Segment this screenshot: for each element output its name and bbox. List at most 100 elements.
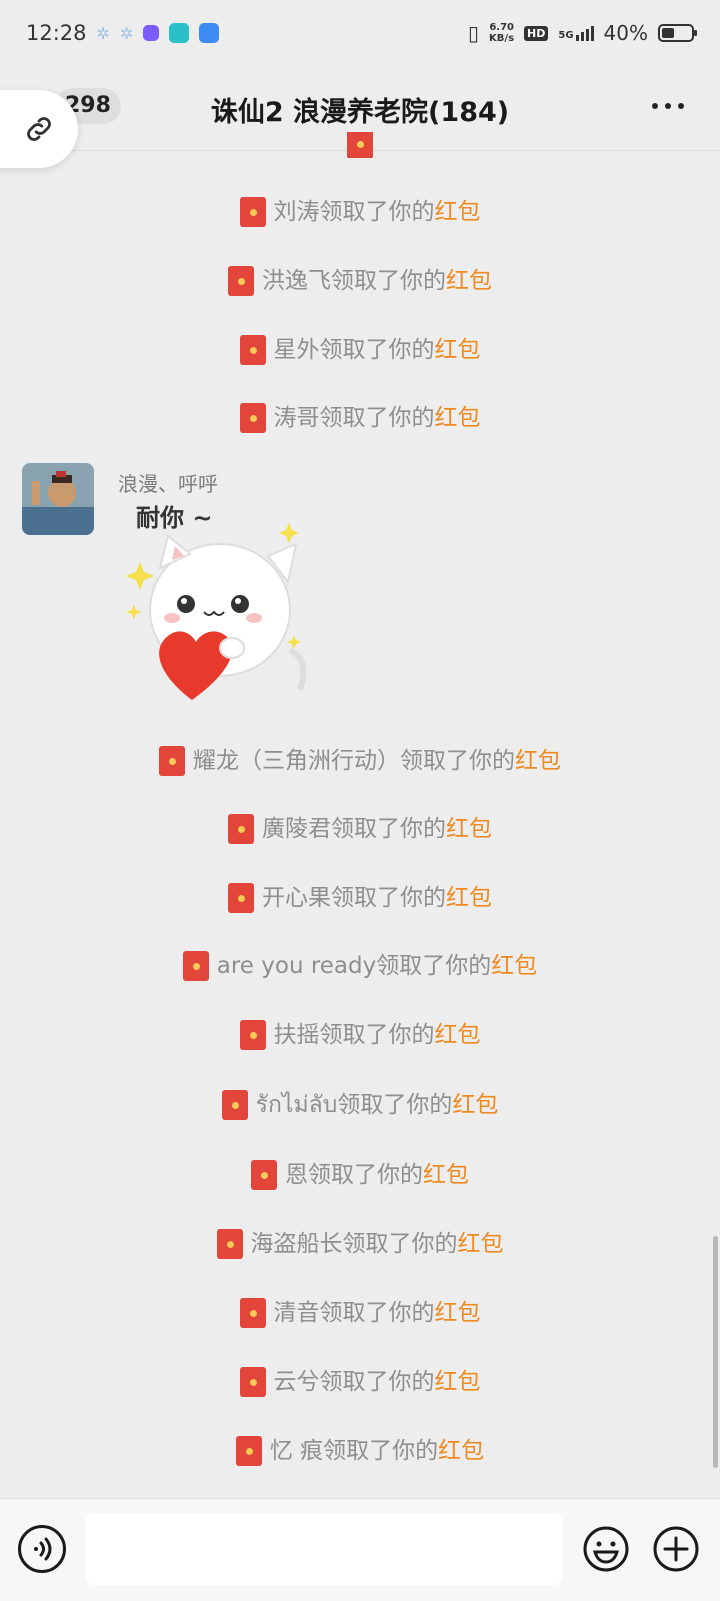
voice-input-button[interactable] [18,1525,66,1573]
system-message: 云兮领取了你的红包 [0,1362,720,1402]
net-speed-value: 6.70 [489,22,515,33]
red-packet-link[interactable]: 红包 [491,953,537,979]
red-packet-icon [228,266,254,296]
claim-text: 领取了你的 [323,1438,439,1464]
more-dot-icon [652,103,658,109]
red-packet-icon [239,335,266,365]
status-bar: 12:28 ✲ ✲ ▯ 6.70 KB/s HD 5G 40% [0,0,720,66]
emoji-icon [583,1526,629,1572]
claimer-name: 海盗船长 [250,1231,343,1257]
chat-scrollbar[interactable] [713,1236,718,1468]
claim-text: 领取了你的 [319,405,435,431]
red-packet-link[interactable]: 红包 [438,1438,484,1464]
chat-app-icon [169,23,190,43]
claimer-name: รักไม่ลับ [255,1092,338,1118]
sticker-message[interactable]: 耐你 ~ [120,500,330,715]
status-left: 12:28 ✲ ✲ [26,21,220,45]
red-packet-link[interactable]: 红包 [452,1092,498,1118]
more-dot-icon [678,103,684,109]
red-packet-icon [239,1367,266,1397]
claimer-name: 开心果 [262,885,331,911]
system-message: รักไม่ลับ领取了你的红包 [0,1085,720,1125]
claim-text: 领取了你的 [319,199,435,225]
claimer-name: 清音 [273,1300,320,1326]
claim-text: 领取了你的 [319,1022,435,1048]
red-packet-link[interactable]: 红包 [435,1369,481,1395]
emoji-button[interactable] [582,1525,630,1573]
sender-name: 浪漫、呼呼 [118,472,218,496]
system-message: 耀龙（三角洲行动）领取了你的红包 [0,741,720,781]
chat-title: 诛仙2 浪漫养老院(184) [210,97,510,128]
input-bar [0,1498,720,1601]
red-packet-icon [235,1436,262,1466]
voice-icon [34,1537,52,1561]
net-speed: 6.70 KB/s [489,22,514,44]
red-packet-icon [159,746,185,776]
more-functions-button[interactable] [652,1525,700,1573]
claim-text: 领取了你的 [331,885,446,911]
claimer-name: 洪逸飞 [262,268,331,294]
red-packet-link[interactable]: 红包 [435,1300,481,1326]
shield-app-icon [199,23,220,43]
system-message: 廣陵君领取了你的红包 [0,809,720,849]
system-message: 扶摇领取了你的红包 [0,1015,720,1055]
red-packet-link[interactable]: 红包 [446,268,492,294]
claim-text: 领取了你的 [342,1231,458,1257]
vibrate-icon: ▯ [468,21,480,45]
red-packet-icon [239,403,266,433]
red-packet-icon [228,814,254,844]
red-packet-icon [228,883,254,913]
claimer-name: 云兮 [273,1369,320,1395]
sticker-text: 耐你 ~ [136,504,212,532]
claimer-name: 涛哥 [273,405,320,431]
claimer-name: 忆 痕 [269,1438,324,1464]
claimer-name: 耀龙（三角洲行动） [193,748,400,774]
avatar-image [22,463,94,535]
red-packet-link[interactable]: 红包 [435,337,481,363]
red-packet-link[interactable]: 红包 [435,1022,481,1048]
signal-icon: 5G [558,25,594,41]
message-input[interactable] [86,1513,562,1585]
system-message: 忆 痕领取了你的红包 [0,1431,720,1471]
system-message-partial [0,132,720,158]
gallery-app-icon [143,25,160,41]
claim-text: 领取了你的 [319,1369,435,1395]
claim-text: 领取了你的 [331,816,446,842]
system-message: 海盗船长领取了你的红包 [0,1224,720,1264]
red-packet-icon [239,197,266,227]
status-time: 12:28 [26,21,87,45]
red-packet-icon [347,132,373,158]
red-packet-link[interactable]: 红包 [446,885,492,911]
red-packet-icon [239,1298,266,1328]
claimer-name: 星外 [273,337,320,363]
system-message: 恩领取了你的红包 [0,1155,720,1195]
system-message: 涛哥领取了你的红包 [0,398,720,438]
claimer-name: 恩 [285,1162,308,1188]
claim-text: 领取了你的 [319,337,435,363]
claim-text: 领取了你的 [308,1162,423,1188]
claim-text: 领取了你的 [400,748,515,774]
claim-text: 领取了你的 [337,1092,453,1118]
cat-heart-sticker: 耐你 ~ [126,504,307,700]
claimer-name: 刘涛 [273,199,320,225]
red-packet-icon [182,951,209,981]
red-packet-link[interactable]: 红包 [435,405,481,431]
battery-percent: 40% [603,21,648,45]
system-message: 星外领取了你的红包 [0,330,720,370]
claimer-name: 廣陵君 [262,816,331,842]
red-packet-link[interactable]: 红包 [515,748,561,774]
red-packet-icon [221,1090,248,1120]
status-right: ▯ 6.70 KB/s HD 5G 40% [468,21,697,45]
system-message: 刘涛领取了你的红包 [0,192,720,232]
plus-icon [653,1526,699,1572]
claimer-name: 扶摇 [273,1022,320,1048]
red-packet-link[interactable]: 红包 [446,816,492,842]
claim-text: 领取了你的 [319,1300,435,1326]
red-packet-icon [216,1229,243,1259]
red-packet-link[interactable]: 红包 [435,199,481,225]
red-packet-link[interactable]: 红包 [458,1231,504,1257]
red-packet-link[interactable]: 红包 [423,1162,469,1188]
claimer-name: are you ready [216,953,377,979]
more-options-button[interactable] [652,96,692,116]
sender-avatar[interactable] [22,463,94,535]
